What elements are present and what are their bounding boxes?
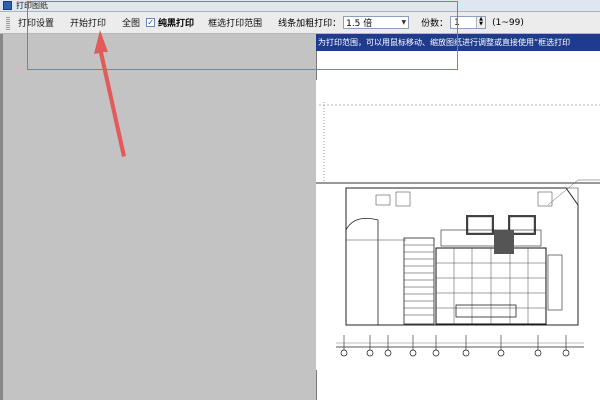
app-icon <box>3 1 12 10</box>
toolbar-grip[interactable] <box>6 15 10 30</box>
spinner-arrows-icon[interactable]: ▲ ▼ <box>476 17 486 28</box>
copies-range: (1~99) <box>492 17 524 28</box>
workspace-gray-area[interactable] <box>0 34 316 400</box>
annotation-highlight-box <box>27 1 458 70</box>
floor-plan-drawing <box>316 80 600 370</box>
left-frame-edge <box>0 34 3 400</box>
